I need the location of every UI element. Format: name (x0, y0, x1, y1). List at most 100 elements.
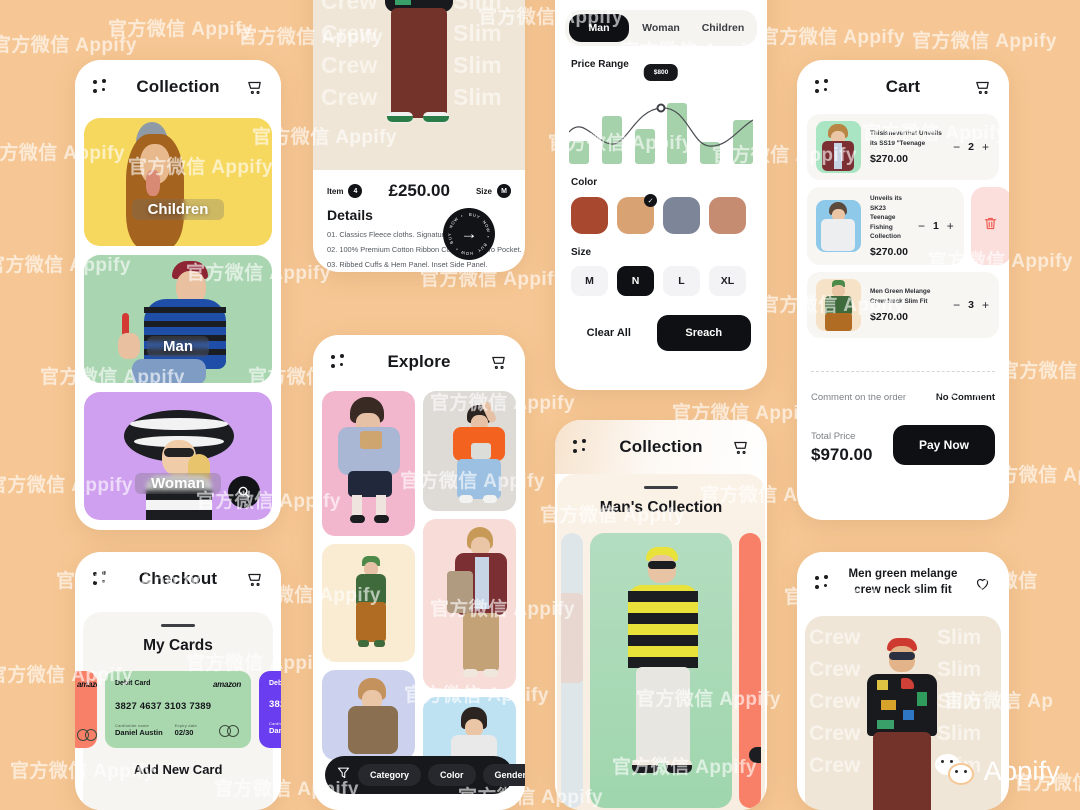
payment-card[interactable]: Debit Card 3827 4637 3103 7389 Cardholde… (259, 671, 281, 748)
item-label: Item (327, 186, 344, 196)
sheet-grabber[interactable] (644, 486, 678, 489)
cart-item-price: $270.00 (870, 310, 908, 323)
collection-card[interactable] (561, 533, 583, 808)
color-swatch-rust[interactable] (571, 197, 608, 234)
mockup-canvas: Collection Children Man Woman Checkout M… (0, 0, 1080, 810)
category-label: Woman (135, 473, 221, 494)
tab-man[interactable]: Man (569, 14, 629, 42)
pay-now-button[interactable]: Pay Now (892, 425, 995, 466)
product-price: £250.00 (388, 181, 450, 200)
collection-card[interactable] (590, 533, 732, 808)
cart-screen: Cart Thisisneverthat Unveils its SS19 "T… (797, 60, 1009, 520)
total-label: Total Price (811, 431, 856, 443)
filter-chip-gender[interactable]: Gender (482, 764, 525, 786)
photo-watermark: Crew (321, 52, 378, 78)
quantity-value: 3 (968, 299, 974, 312)
decrease-quantity-button[interactable]: − (952, 140, 961, 154)
increase-quantity-button[interactable]: + (946, 219, 955, 233)
grid-dots-icon[interactable] (573, 439, 589, 455)
grid-dots-icon[interactable] (815, 79, 831, 95)
photo-watermark: Crew (321, 84, 378, 110)
grid-dots-icon[interactable] (93, 79, 109, 95)
cart-icon[interactable] (974, 79, 991, 96)
filter-chip-category[interactable]: Category (358, 764, 422, 786)
heart-icon[interactable] (974, 575, 991, 592)
cart-icon[interactable] (490, 354, 507, 371)
decrease-quantity-button[interactable]: − (917, 219, 926, 233)
category-photo (84, 255, 272, 383)
sheet-title: My Cards (143, 637, 213, 654)
order-comment-row[interactable]: Comment on the order No Comment (797, 372, 1009, 403)
cart-icon[interactable] (246, 571, 263, 588)
filter-chip-color[interactable]: Color (428, 764, 476, 786)
my-cards-sheet: My Cards amazon Debit Card amazon 3827 4… (75, 612, 281, 810)
price-range-chart[interactable]: $800 (569, 64, 753, 164)
size-label: Size (571, 247, 592, 258)
search-icon[interactable] (228, 476, 260, 508)
photo-watermark: Crew (809, 722, 861, 745)
buy-now-button[interactable]: → BUY NOW • BUY NOW • BUY NOW • (443, 208, 495, 260)
category-card-woman[interactable]: Woman (84, 392, 272, 520)
payment-card[interactable]: amazon (75, 671, 97, 748)
decrease-quantity-button[interactable]: − (952, 298, 961, 312)
cards-carousel[interactable]: amazon Debit Card amazon 3827 4637 3103 … (75, 671, 281, 748)
cart-row: Unveils its SK23 Teenage Fishing Collect… (797, 187, 1009, 272)
explore-tile[interactable] (423, 519, 516, 689)
search-button[interactable]: Sreach (656, 315, 751, 351)
increase-quantity-button[interactable]: + (981, 140, 990, 154)
photo-watermark: Slim (453, 0, 502, 14)
item-count: Item 4 (327, 184, 363, 198)
quantity-stepper: − 2 + (952, 140, 990, 154)
explore-tile[interactable] (322, 391, 415, 536)
buy-now-ring-text: BUY NOW • BUY NOW • BUY NOW • (446, 212, 492, 257)
grid-dots-icon[interactable] (93, 571, 109, 587)
clear-all-button[interactable]: Clear All (571, 327, 647, 339)
price-slider-knob[interactable] (656, 103, 666, 113)
cart-icon[interactable] (732, 439, 749, 456)
product-thumbnail (816, 279, 861, 332)
size-option-xl[interactable]: XL (709, 266, 746, 296)
cart-item-price: $270.00 (870, 246, 908, 259)
product-meta-row: Item 4 £250.00 Size M (313, 170, 525, 203)
size-option-l[interactable]: L (663, 266, 700, 296)
cart-icon[interactable] (246, 79, 263, 96)
category-label: Children (131, 199, 225, 220)
add-new-card-button[interactable]: Add New Card (83, 762, 273, 777)
increase-quantity-button[interactable]: + (981, 298, 990, 312)
product-detail-screen: Crew Crew Crew Crew Crew Slim Slim Slim … (313, 0, 525, 272)
tab-children[interactable]: Children (693, 14, 753, 42)
collection-carousel[interactable] (557, 533, 765, 808)
mastercard-icon (77, 729, 97, 741)
color-swatch-denim-grey[interactable] (663, 197, 700, 234)
total-value: $970.00 (811, 445, 873, 465)
cart-item[interactable]: Thisisneverthat Unveils its SS19 "Teenag… (807, 114, 999, 180)
size-selector[interactable]: Size M (476, 184, 511, 198)
grid-dots-icon[interactable] (815, 575, 831, 591)
card-type: Debit Card (115, 680, 151, 687)
explore-tile[interactable] (322, 544, 415, 662)
size-options: M N L XL (555, 258, 767, 296)
explore-tile[interactable] (423, 391, 516, 511)
color-swatch-tan[interactable]: ✓ (617, 194, 657, 234)
grid-dots-icon[interactable] (331, 354, 347, 370)
cart-item[interactable]: Unveils its SK23 Teenage Fishing Collect… (807, 187, 964, 266)
cart-item[interactable]: Men Green Melange Crew Neck Slim Fit $27… (807, 272, 999, 339)
color-swatch-clay[interactable] (709, 197, 746, 234)
trash-icon (983, 216, 998, 236)
photo-watermark: Slim (937, 626, 982, 649)
payment-card[interactable]: Debit Card amazon 3827 4637 3103 7389 Ca… (105, 671, 251, 748)
size-option-m[interactable]: M (571, 266, 608, 296)
mans-collection-screen: Collection Man's Collection (555, 420, 767, 810)
explore-tile[interactable] (322, 670, 415, 760)
sheet-grabber[interactable] (161, 624, 195, 627)
delete-item-button[interactable] (970, 187, 1009, 266)
photo-watermark: Slim (453, 52, 502, 78)
size-option-n[interactable]: N (617, 266, 654, 296)
explore-column (423, 391, 516, 787)
gender-tabs: Man Woman Children (565, 10, 757, 46)
category-card-children[interactable]: Children (84, 118, 272, 246)
category-card-man[interactable]: Man (84, 255, 272, 383)
collection-card[interactable] (739, 533, 761, 808)
filter-funnel-icon[interactable] (336, 765, 351, 785)
tab-woman[interactable]: Woman (631, 14, 691, 42)
